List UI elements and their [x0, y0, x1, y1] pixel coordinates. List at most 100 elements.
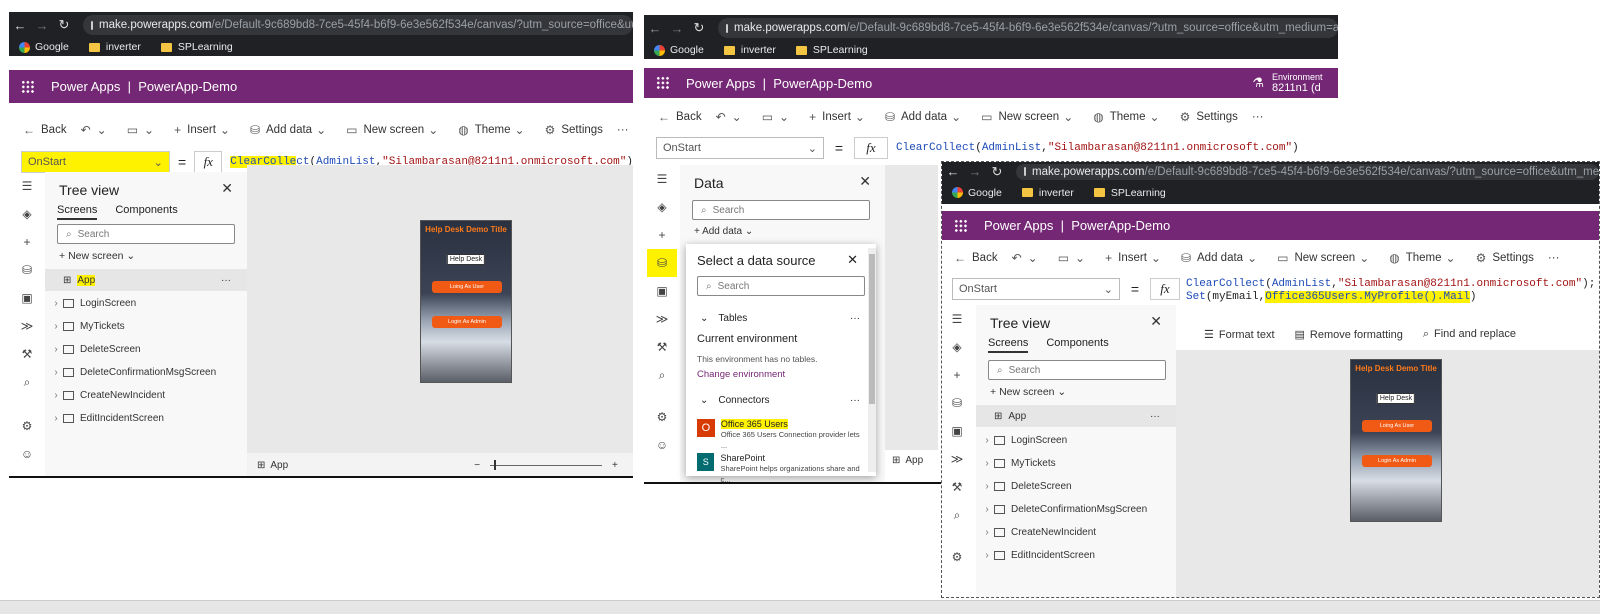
scrollbar[interactable] — [868, 248, 876, 472]
account-icon[interactable]: ☺ — [656, 431, 668, 459]
theme-button[interactable]: ◍ Theme ⌄ — [458, 123, 530, 137]
waffle-icon[interactable] — [954, 218, 968, 233]
forward-arrow-icon[interactable]: → — [666, 21, 688, 36]
bookmark-splearning[interactable]: SPLearning — [795, 44, 868, 56]
paste-button[interactable]: ▭ ⌄ — [1058, 251, 1091, 265]
new-screen-button[interactable]: ▭ New screen ⌄ — [1277, 251, 1375, 265]
back-arrow-icon[interactable]: ← — [9, 18, 31, 33]
tree-search[interactable]: ⌕ Search — [988, 360, 1166, 380]
tree-item-screen[interactable]: › DeleteConfirmationMsgScreen — [45, 361, 247, 383]
find-replace-button[interactable]: ⌕ Find and replace — [1423, 328, 1516, 341]
reload-icon[interactable]: ↻ — [53, 17, 75, 33]
forward-arrow-icon[interactable]: → — [964, 164, 986, 179]
back-button[interactable]: ← Back — [954, 251, 998, 265]
tab-components[interactable]: Components — [115, 204, 177, 220]
back-button[interactable]: ← Back — [23, 123, 67, 137]
layers-icon[interactable]: ◈ — [657, 193, 666, 221]
login-admin-button[interactable]: Login As Admin — [1362, 455, 1432, 467]
address-bar[interactable]: make.powerapps.com/e/Default-9c689bd8-7c… — [718, 18, 1338, 38]
insert-button[interactable]: + Insert ⌄ — [809, 110, 871, 124]
media-icon[interactable]: ▣ — [21, 284, 32, 312]
back-button[interactable]: ← Back — [658, 110, 702, 124]
data-icon[interactable]: ⛁ — [22, 256, 32, 284]
app-preview[interactable]: Help Desk Demo Title Help Desk Loing As … — [420, 220, 512, 383]
bookmark-inverter[interactable]: inverter — [88, 41, 141, 53]
format-text-button[interactable]: ☰ Format text — [1204, 328, 1275, 341]
formula-input[interactable]: ClearCollect(AdminList,"Silambarasan@821… — [1186, 278, 1595, 304]
advanced-tools-icon[interactable]: ⚒ — [952, 473, 963, 501]
insert-button[interactable]: + Insert ⌄ — [1105, 251, 1167, 265]
hamburger-icon[interactable]: ☰ — [657, 165, 668, 193]
undo-button[interactable]: ↶ ⌄ — [716, 110, 748, 124]
insert-plus-icon[interactable]: + — [658, 221, 665, 249]
more-button[interactable]: ··· — [617, 124, 629, 136]
theme-button[interactable]: ◍ Theme ⌄ — [1389, 251, 1461, 265]
power-automate-icon[interactable]: ≫ — [656, 305, 669, 333]
bookmark-splearning[interactable]: SPLearning — [1093, 187, 1166, 199]
fx-icon[interactable]: fx — [854, 137, 888, 159]
close-icon[interactable]: ✕ — [221, 180, 233, 197]
property-dropdown[interactable]: OnStart ⌄ — [656, 137, 824, 159]
account-icon[interactable]: ☺ — [21, 440, 33, 468]
fx-icon[interactable]: fx — [1150, 278, 1180, 300]
tree-item-screen[interactable]: › CreateNewIncident — [45, 384, 247, 406]
forward-arrow-icon[interactable]: → — [31, 18, 53, 33]
connector-office365[interactable]: O Office 365 Users Office 365 Users Conne… — [697, 419, 867, 451]
more-icon[interactable]: ··· — [1150, 411, 1160, 422]
tab-screens[interactable]: Screens — [988, 337, 1029, 353]
tree-search[interactable]: ⌕ Search — [57, 224, 235, 244]
new-screen-button[interactable]: ▭ New screen ⌄ — [346, 123, 444, 137]
design-canvas[interactable] — [885, 165, 938, 450]
waffle-icon[interactable] — [21, 79, 35, 94]
power-automate-icon[interactable]: ≫ — [951, 445, 964, 473]
more-icon[interactable]: ··· — [221, 275, 231, 286]
data-icon[interactable]: ⛁ — [952, 389, 962, 417]
app-preview[interactable]: Help Desk Demo Title Help Desk Loing As … — [1350, 359, 1442, 522]
bookmark-google[interactable]: Google — [19, 41, 69, 53]
tree-item-screen[interactable]: › LoginScreen — [45, 292, 247, 314]
bookmark-splearning[interactable]: SPLearning — [160, 41, 233, 53]
tree-item-app[interactable]: ⊞ App ··· — [976, 405, 1176, 427]
remove-formatting-button[interactable]: ▤ Remove formatting — [1295, 328, 1403, 341]
design-canvas[interactable]: Help Desk Demo Title Help Desk Loing As … — [1176, 350, 1599, 597]
change-environment-link[interactable]: Change environment — [697, 369, 785, 380]
add-data-button[interactable]: + Add data ⌄ — [694, 226, 753, 237]
close-icon[interactable]: ✕ — [847, 252, 858, 268]
tree-item-screen[interactable]: › MyTickets — [976, 452, 1176, 474]
address-bar[interactable]: make.powerapps.com/e/Default-9c689bd8-7c… — [83, 15, 633, 35]
address-bar[interactable]: make.powerapps.com/e/Default-9c689bd8-7c… — [1016, 163, 1599, 180]
data-search[interactable]: ⌕ Search — [692, 200, 870, 220]
advanced-tools-icon[interactable]: ⚒ — [22, 340, 33, 368]
layers-icon[interactable]: ◈ — [952, 333, 961, 361]
waffle-icon[interactable] — [656, 76, 670, 90]
settings-button[interactable]: ⚙ Settings — [1476, 251, 1534, 265]
bookmark-inverter[interactable]: inverter — [1021, 187, 1074, 199]
tree-item-screen[interactable]: › DeleteConfirmationMsgScreen — [976, 498, 1176, 520]
theme-button[interactable]: ◍ Theme ⌄ — [1093, 110, 1165, 124]
add-data-button[interactable]: ⛁ Add data ⌄ — [1181, 251, 1263, 265]
tables-section[interactable]: ⌄ Tables ··· — [700, 313, 860, 324]
connector-sharepoint[interactable]: S SharePoint SharePoint helps organizatio… — [697, 453, 867, 482]
undo-button[interactable]: ↶ ⌄ — [1012, 251, 1044, 265]
add-data-button[interactable]: ⛁ Add data ⌄ — [250, 123, 332, 137]
tab-components[interactable]: Components — [1046, 337, 1108, 353]
new-screen-button[interactable]: + New screen ⌄ — [59, 250, 135, 262]
power-automate-icon[interactable]: ≫ — [21, 312, 34, 340]
gear-icon[interactable]: ⚙ — [952, 543, 963, 571]
data-source-search[interactable]: ⌕ Search — [697, 276, 865, 296]
login-admin-button[interactable]: Login As Admin — [432, 316, 502, 328]
gear-icon[interactable]: ⚙ — [22, 412, 33, 440]
reload-icon[interactable]: ↻ — [986, 164, 1008, 180]
search-icon[interactable]: ⌕ — [954, 501, 961, 529]
back-arrow-icon[interactable]: ← — [942, 164, 964, 179]
settings-button[interactable]: ⚙ Settings — [1180, 110, 1238, 124]
close-icon[interactable]: ✕ — [1150, 313, 1162, 330]
zoom-in-button[interactable]: + — [612, 460, 618, 471]
bookmark-google[interactable]: Google — [654, 44, 704, 56]
environment-info[interactable]: Environment 8211n1 (d — [1272, 72, 1338, 94]
data-icon[interactable]: ⛁ — [647, 249, 677, 277]
tree-item-app[interactable]: ⊞ App ··· — [45, 269, 247, 291]
advanced-tools-icon[interactable]: ⚒ — [657, 333, 668, 361]
more-button[interactable]: ··· — [1252, 111, 1264, 123]
login-user-button[interactable]: Loing As User — [432, 281, 502, 293]
